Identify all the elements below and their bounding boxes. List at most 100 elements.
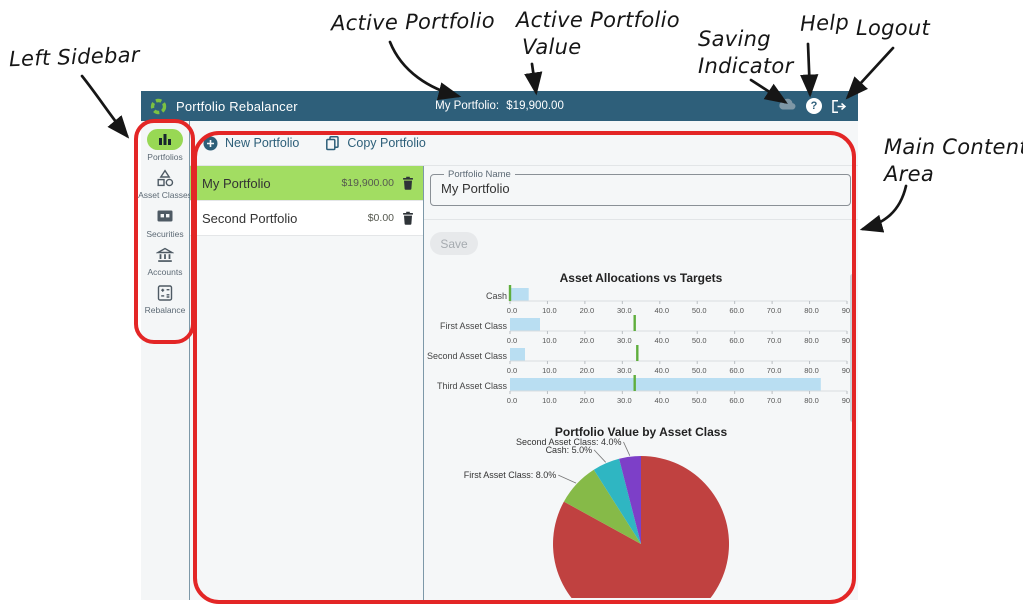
portfolio-detail-panel: Portfolio Name Save Asset Allocations vs… xyxy=(424,166,858,600)
annotation-saving-indicator: Saving Indicator xyxy=(698,26,794,80)
sidebar-item-label: Securities xyxy=(146,230,183,239)
bar-axis-tick-label: 70.0 xyxy=(767,396,782,405)
new-portfolio-button[interactable]: New Portfolio xyxy=(203,136,299,151)
sidebar-item-label: Accounts xyxy=(148,268,183,277)
main-content-area: New Portfolio Copy Portfolio My Portfoli… xyxy=(190,121,858,600)
allocation-bar xyxy=(510,288,529,301)
bar-axis-tick-label: 60.0 xyxy=(729,306,744,315)
bar-axis-tick-label: 80.0 xyxy=(804,336,819,345)
target-marker xyxy=(636,345,638,361)
bar-axis-tick-label: 0.0 xyxy=(507,366,517,375)
screenshot-stage: Portfolio Rebalancer My Portfolio: $19,9… xyxy=(0,0,1023,615)
portfolio-row-my-portfolio[interactable]: My Portfolio $19,900.00 xyxy=(190,166,423,201)
active-portfolio-summary: My Portfolio: $19,900.00 xyxy=(141,100,858,112)
plus-circle-icon xyxy=(203,136,218,151)
logout-icon[interactable] xyxy=(831,99,848,114)
portfolio-value: $19,900.00 xyxy=(341,177,394,189)
bar-axis-tick-label: 30.0 xyxy=(617,336,632,345)
target-marker xyxy=(634,315,636,331)
bar-axis-tick-label: 40.0 xyxy=(654,396,669,405)
active-portfolio-value: $19,900.00 xyxy=(506,100,564,112)
app-body: Portfolios Asset Classes Securities xyxy=(141,121,858,600)
copy-portfolio-button[interactable]: Copy Portfolio xyxy=(325,135,426,151)
annotation-active-portfolio: Active Portfolio xyxy=(331,8,495,38)
annotation-help: Help xyxy=(800,9,850,38)
target-marker xyxy=(509,285,511,301)
bar-axis-tick-label: 30.0 xyxy=(617,396,632,405)
arrow-active-portfolio xyxy=(390,42,458,96)
portfolio-name-input[interactable] xyxy=(441,181,840,196)
annotation-main-content-area: Main Content Area xyxy=(884,134,1023,188)
arrow-left-sidebar xyxy=(82,76,127,136)
bar-axis-tick-label: 70.0 xyxy=(767,366,782,375)
bar-category-label: Third Asset Class xyxy=(437,381,508,391)
bar-axis-tick-label: 20.0 xyxy=(580,366,595,375)
detail-divider xyxy=(424,219,858,220)
pie-slice-label: Second Asset Class: 4.0% xyxy=(516,437,622,447)
bar-chart-title: Asset Allocations vs Targets xyxy=(560,271,723,285)
portfolio-value: $0.00 xyxy=(368,212,394,224)
portfolio-name: Second Portfolio xyxy=(202,211,368,226)
bar-axis-tick-label: 30.0 xyxy=(617,366,632,375)
copy-icon xyxy=(325,135,340,151)
pie-slice-label: First Asset Class: 8.0% xyxy=(464,470,557,480)
save-button[interactable]: Save xyxy=(430,232,478,255)
annotation-left-sidebar: Left Sidebar xyxy=(9,42,141,73)
allocation-bar xyxy=(510,348,525,361)
bar-axis-tick-label: 40.0 xyxy=(654,366,669,375)
portfolio-list: My Portfolio $19,900.00 Second Portfolio… xyxy=(190,166,424,600)
target-marker xyxy=(634,375,636,391)
calculator-icon xyxy=(147,282,183,303)
bar-axis-tick-label: 80.0 xyxy=(804,396,819,405)
bar-axis-tick-label: 10.0 xyxy=(542,336,557,345)
bank-icon xyxy=(147,244,183,265)
delete-portfolio-button[interactable] xyxy=(402,211,414,225)
vertical-scrollbar[interactable] xyxy=(850,274,855,422)
copy-portfolio-label: Copy Portfolio xyxy=(347,136,426,150)
portfolio-name-field-label: Portfolio Name xyxy=(444,169,515,180)
sidebar-item-label: Asset Classes xyxy=(138,191,192,200)
bar-axis-tick-label: 60.0 xyxy=(729,366,744,375)
bar-axis-tick-label: 0.0 xyxy=(507,396,517,405)
bar-chart-icon xyxy=(147,129,183,150)
bar-axis-tick-label: 10.0 xyxy=(542,306,557,315)
bar-axis-tick-label: 40.0 xyxy=(654,306,669,315)
sidebar-item-accounts[interactable]: Accounts xyxy=(141,244,189,277)
bar-category-label: Cash xyxy=(486,291,507,301)
bar-axis-tick-label: 50.0 xyxy=(692,306,707,315)
arrow-main-content xyxy=(863,186,906,229)
portfolio-name: My Portfolio xyxy=(202,176,341,191)
arrow-active-portfolio-value xyxy=(532,64,536,92)
header-icons: ? xyxy=(777,97,848,116)
app-window: Portfolio Rebalancer My Portfolio: $19,9… xyxy=(141,91,858,600)
allocations-bar-chart: Asset Allocations vs Targets Cash 0.0 10.0 2… xyxy=(424,270,857,408)
bar-axis-tick-label: 60.0 xyxy=(729,396,744,405)
bar-category-label: Second Asset Class xyxy=(427,351,508,361)
arrow-logout xyxy=(848,48,893,97)
bar-category-label: First Asset Class xyxy=(440,321,508,331)
portfolios-content: My Portfolio $19,900.00 Second Portfolio… xyxy=(190,166,858,600)
portfolio-toolbar: New Portfolio Copy Portfolio xyxy=(190,121,858,166)
allocation-bar xyxy=(510,318,540,331)
category-icon xyxy=(147,167,183,188)
portfolio-row-second-portfolio[interactable]: Second Portfolio $0.00 xyxy=(190,201,423,236)
sidebar-item-label: Rebalance xyxy=(145,306,186,315)
bar-axis-tick-label: 10.0 xyxy=(542,366,557,375)
annotation-active-portfolio-value: Active Portfolio Value xyxy=(516,7,680,61)
help-icon[interactable]: ? xyxy=(806,98,822,114)
portfolio-name-field: Portfolio Name xyxy=(430,169,851,206)
portfolio-value-pie-chart: Portfolio Value by Asset ClassFirst Asse… xyxy=(424,422,857,598)
app-header: Portfolio Rebalancer My Portfolio: $19,9… xyxy=(141,91,858,121)
securities-card-icon xyxy=(147,206,183,227)
sidebar-item-portfolios[interactable]: Portfolios xyxy=(141,129,189,162)
annotation-logout: Logout xyxy=(856,15,930,42)
sidebar-item-securities[interactable]: Securities xyxy=(141,206,189,239)
sidebar-item-rebalance[interactable]: Rebalance xyxy=(141,282,189,315)
active-portfolio-name: My Portfolio: xyxy=(435,100,499,112)
delete-portfolio-button[interactable] xyxy=(402,176,414,190)
bar-axis-tick-label: 20.0 xyxy=(580,306,595,315)
sidebar-item-asset-classes[interactable]: Asset Classes xyxy=(141,167,189,200)
bar-axis-tick-label: 0.0 xyxy=(507,336,517,345)
bar-axis-tick-label: 80.0 xyxy=(804,366,819,375)
bar-axis-tick-label: 80.0 xyxy=(804,306,819,315)
